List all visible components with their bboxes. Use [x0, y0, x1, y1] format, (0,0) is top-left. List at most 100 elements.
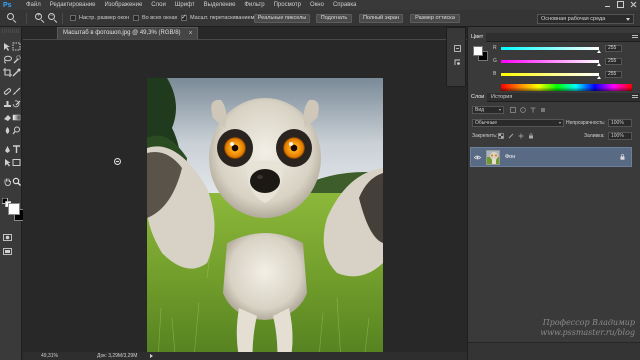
lock-pixels-icon[interactable] [508, 133, 514, 139]
document-tab-title: Масштаб в фотошоп.jpg @ 49,3% (RGB/8) [63, 30, 181, 36]
crop-tool-icon[interactable] [3, 68, 12, 77]
layer-filter-select[interactable]: Вид [472, 106, 504, 114]
layer-name[interactable]: Фон [505, 154, 515, 160]
value-g-input[interactable]: 255 [605, 58, 622, 65]
panel-menu-icon[interactable] [632, 35, 638, 39]
slider-r-thumb[interactable] [597, 50, 601, 53]
tab-color[interactable]: Цвет [468, 33, 487, 42]
menu-window[interactable]: Окно [310, 2, 324, 8]
eyedropper-icon[interactable] [12, 68, 21, 77]
brush-tool-icon[interactable] [12, 87, 21, 96]
menu-type[interactable]: Шрифт [175, 2, 195, 8]
print-size-button[interactable]: Размер оттиска [410, 14, 460, 23]
pen-tool-icon[interactable] [3, 145, 12, 154]
fill-screen-button[interactable]: Полный экран [359, 14, 403, 23]
layer-row-background[interactable]: Фон [470, 147, 632, 167]
dodge-tool-icon[interactable] [12, 126, 21, 135]
menu-filter[interactable]: Фильтр [244, 2, 264, 8]
blur-tool-icon[interactable] [3, 126, 12, 135]
filter-shape-icon[interactable] [540, 107, 546, 113]
fill-value: 100% [611, 133, 624, 139]
maximize-icon[interactable] [617, 1, 624, 8]
filter-type-icon[interactable] [530, 107, 536, 113]
chevron-down-icon [626, 18, 630, 21]
menu-select[interactable]: Выделение [204, 2, 236, 8]
menu-help[interactable]: Справка [333, 2, 357, 8]
screen-mode-icon[interactable] [3, 247, 12, 256]
tab-layers[interactable]: Слои [468, 93, 488, 102]
checkbox-box[interactable] [133, 15, 139, 21]
checkbox-box[interactable] [70, 15, 76, 21]
checkbox-box[interactable] [181, 13, 187, 21]
slider-r[interactable] [501, 47, 599, 50]
shape-tool-icon[interactable] [12, 158, 21, 167]
value-r-input[interactable]: 255 [605, 45, 622, 52]
menu-view[interactable]: Просмотр [274, 2, 301, 8]
close-tab-icon[interactable]: × [188, 28, 192, 39]
resize-windows-checkbox[interactable]: Настр. размер окон [70, 15, 129, 21]
actual-pixels-button[interactable]: Реальные пикселы [254, 14, 310, 23]
menu-layers[interactable]: Слои [151, 2, 166, 8]
slider-b-thumb[interactable] [597, 76, 601, 79]
history-panel-icon[interactable] [454, 45, 461, 52]
slider-g-thumb[interactable] [597, 63, 601, 66]
gradient-tool-icon[interactable] [12, 113, 21, 122]
color-spectrum[interactable] [501, 84, 632, 91]
minimize-icon[interactable] [604, 1, 611, 8]
lasso-tool-icon[interactable] [3, 55, 12, 64]
opacity-input[interactable]: 100% [608, 119, 632, 127]
slider-label-g: G [493, 58, 497, 64]
marquee-tool-icon[interactable] [12, 42, 21, 51]
quick-select-icon[interactable] [12, 55, 21, 64]
blend-mode-select[interactable]: Обычные [472, 119, 564, 127]
slider-g[interactable] [501, 60, 599, 63]
filter-pixel-icon[interactable] [510, 107, 516, 113]
panel-menu-icon[interactable] [632, 95, 638, 99]
document-tab[interactable]: Масштаб в фотошоп.jpg @ 49,3% (RGB/8) × [57, 27, 198, 39]
default-colors-icon[interactable] [2, 198, 11, 207]
eraser-tool-icon[interactable] [3, 113, 12, 122]
properties-panel-icon[interactable] [454, 59, 461, 66]
canvas-image[interactable] [147, 78, 383, 360]
close-icon[interactable] [630, 1, 637, 8]
blend-mode-value: Обычные [475, 120, 498, 126]
quick-mask-icon[interactable] [3, 233, 12, 242]
chevron-right-icon[interactable] [150, 354, 153, 358]
workspace-select[interactable]: Основная рабочая среда [537, 14, 634, 24]
lock-transparency-icon[interactable] [498, 133, 504, 139]
zoom-tool-icon[interactable] [12, 177, 21, 186]
fill-input[interactable]: 100% [608, 132, 632, 140]
zoom-level[interactable]: 49,31% [41, 353, 58, 359]
tab-history[interactable]: История [488, 93, 515, 102]
clone-stamp-icon[interactable] [3, 100, 12, 109]
layers-panel-footer [468, 342, 640, 360]
status-bar: 49,31% Док: 3,29M/3,29M [23, 352, 467, 360]
type-tool-icon[interactable] [12, 145, 21, 154]
healing-brush-icon[interactable] [3, 87, 12, 96]
menu-edit[interactable]: Редактирование [50, 2, 96, 8]
panel-grip[interactable] [2, 29, 20, 33]
filter-adjust-icon[interactable] [520, 107, 526, 113]
hand-tool-icon[interactable] [3, 177, 12, 186]
lock-all-icon[interactable] [528, 133, 534, 139]
zoom-out-icon[interactable]: − [47, 13, 57, 23]
path-select-icon[interactable] [3, 158, 12, 167]
menu-file[interactable]: Файл [26, 2, 41, 8]
fit-screen-button[interactable]: Подогнать [316, 14, 352, 23]
eye-icon[interactable] [473, 155, 482, 160]
zoom-cursor-icon [114, 158, 121, 165]
zoom-tool-preset-icon[interactable] [6, 13, 16, 23]
all-windows-checkbox[interactable]: Во всех окнах [133, 15, 177, 21]
foreground-color-swatch[interactable] [8, 203, 20, 215]
slider-b[interactable] [501, 73, 599, 76]
menu-image[interactable]: Изображение [104, 2, 142, 8]
history-brush-icon[interactable] [12, 100, 21, 109]
zoom-in-icon[interactable]: + [34, 13, 44, 23]
scrubby-zoom-checkbox[interactable]: Масшт. перетаскиванием [181, 13, 254, 21]
lock-position-icon[interactable] [518, 133, 524, 139]
foreground-color-swatch[interactable] [473, 46, 483, 56]
all-windows-label: Во всех окнах [142, 15, 178, 21]
value-b-input[interactable]: 255 [605, 71, 622, 78]
move-tool-icon[interactable] [3, 42, 12, 51]
collapsed-dock [446, 27, 466, 87]
